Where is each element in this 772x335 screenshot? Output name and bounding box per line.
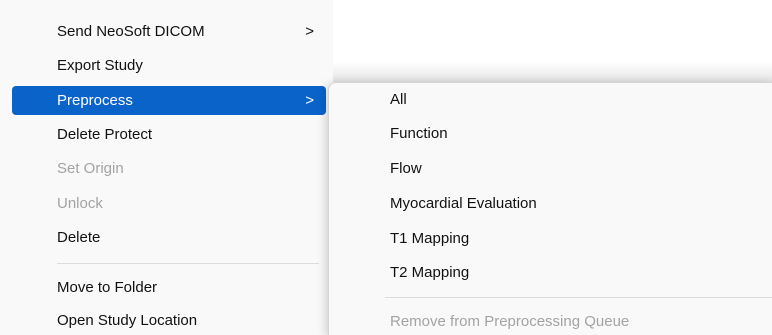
submenu-separator (385, 297, 772, 298)
menu-item-set-origin: Set Origin (12, 154, 326, 183)
preprocess-submenu: All Function Flow Myocardial Evaluation … (328, 82, 772, 335)
menu-item-move-to-folder[interactable]: Move to Folder (12, 273, 326, 302)
submenu-item-label: Myocardial Evaluation (390, 195, 537, 212)
menu-item-open-study-location[interactable]: Open Study Location (12, 306, 326, 335)
menu-item-label: Move to Folder (57, 279, 158, 296)
menu-item-label: Export Study (57, 57, 143, 74)
submenu-item-myocardial-evaluation[interactable]: Myocardial Evaluation (337, 189, 757, 219)
screen: Send NeoSoft DICOM > Export Study Prepro… (0, 0, 772, 335)
chevron-right-icon: > (305, 92, 314, 109)
submenu-item-label: Remove from Preprocessing Queue (390, 313, 630, 330)
context-menu: Send NeoSoft DICOM > Export Study Prepro… (0, 0, 333, 335)
submenu-item-remove-from-preprocessing-queue: Remove from Preprocessing Queue (337, 307, 757, 335)
submenu-item-label: T2 Mapping (390, 264, 470, 281)
menu-item-label: Preprocess (57, 92, 133, 109)
menu-item-send-neosoft-dicom[interactable]: Send NeoSoft DICOM > (12, 17, 326, 46)
menu-item-label: Delete (57, 229, 101, 246)
menu-item-delete[interactable]: Delete (12, 223, 326, 252)
submenu-item-label: All (390, 91, 407, 108)
submenu-item-label: Flow (390, 160, 422, 177)
menu-separator (57, 263, 319, 264)
submenu-item-flow[interactable]: Flow (337, 154, 757, 184)
background-window-strip (320, 62, 772, 84)
menu-item-unlock: Unlock (12, 189, 326, 218)
menu-item-label: Open Study Location (57, 312, 198, 329)
submenu-item-label: Function (390, 125, 448, 142)
menu-item-export-study[interactable]: Export Study (12, 51, 326, 80)
menu-item-label: Unlock (57, 195, 103, 212)
menu-item-preprocess[interactable]: Preprocess > (12, 86, 326, 115)
chevron-right-icon: > (305, 23, 314, 40)
menu-item-label: Send NeoSoft DICOM (57, 23, 205, 40)
menu-item-label: Set Origin (57, 160, 124, 177)
submenu-item-function[interactable]: Function (337, 119, 757, 149)
menu-item-delete-protect[interactable]: Delete Protect (12, 120, 326, 149)
submenu-item-all[interactable]: All (337, 85, 757, 115)
submenu-item-t2-mapping[interactable]: T2 Mapping (337, 258, 757, 288)
submenu-item-t1-mapping[interactable]: T1 Mapping (337, 224, 757, 254)
menu-item-label: Delete Protect (57, 126, 153, 143)
submenu-item-label: T1 Mapping (390, 230, 470, 247)
